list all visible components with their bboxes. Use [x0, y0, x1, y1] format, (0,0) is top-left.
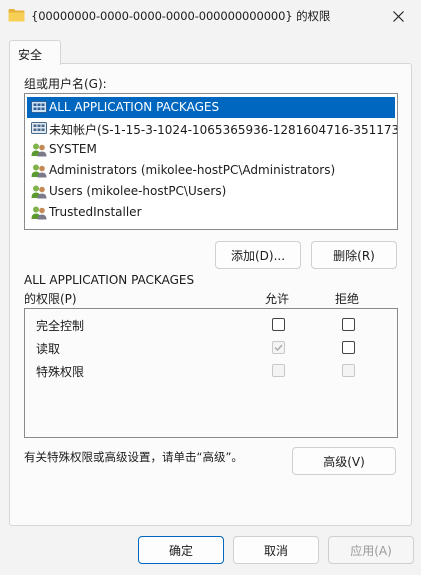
list-item-label: TrustedInstaller	[49, 205, 142, 219]
tab-security-label: 安全	[18, 48, 43, 62]
list-item-administrators[interactable]: Administrators (mikolee-hostPC\Administr…	[27, 160, 395, 181]
list-item-label: ALL APPLICATION PACKAGES	[49, 100, 220, 114]
unknown-account-icon	[31, 122, 47, 134]
users-icon	[31, 143, 47, 157]
list-item-label: Users (mikolee-hostPC\Users)	[49, 184, 227, 198]
permission-row-read: 读取	[25, 337, 397, 359]
add-button[interactable]: 添加(D)...	[215, 241, 301, 269]
list-item-system[interactable]: SYSTEM	[27, 139, 395, 160]
folder-icon	[8, 9, 25, 22]
apply-button[interactable]: 应用(A)	[328, 536, 414, 564]
full-control-allow-checkbox[interactable]	[272, 318, 285, 331]
list-item-label: 未知帐户(S-1-15-3-1024-1065365936-1281604716…	[49, 123, 398, 137]
title-bar: {00000000-0000-0000-0000-000000000000} 的…	[0, 0, 421, 32]
window-title: {00000000-0000-0000-0000-000000000000} 的…	[31, 9, 331, 23]
permission-name: 读取	[36, 342, 61, 356]
list-item-users[interactable]: Users (mikolee-hostPC\Users)	[27, 181, 395, 202]
full-control-deny-checkbox[interactable]	[342, 318, 355, 331]
checkmark-icon	[274, 344, 283, 352]
tab-security[interactable]: 安全	[9, 40, 61, 65]
users-icon	[31, 185, 47, 199]
ok-button[interactable]: 确定	[138, 536, 224, 564]
permission-name: 特殊权限	[36, 365, 85, 379]
permissions-heading-subject: ALL APPLICATION PACKAGES	[24, 273, 195, 287]
list-item-all-application-packages[interactable]: ALL APPLICATION PACKAGES	[27, 97, 395, 118]
special-allow-checkbox[interactable]	[272, 364, 285, 377]
permissions-heading: 的权限(P)	[24, 292, 77, 306]
special-deny-checkbox[interactable]	[342, 364, 355, 377]
allow-column-header: 允许	[265, 292, 290, 306]
close-icon	[392, 10, 404, 22]
read-deny-checkbox[interactable]	[342, 341, 355, 354]
advanced-hint: 有关特殊权限或高级设置，请单击“高级”。	[24, 450, 243, 464]
list-item-trustedinstaller[interactable]: TrustedInstaller	[27, 202, 395, 223]
deny-column-header: 拒绝	[335, 292, 360, 306]
list-item-label: SYSTEM	[49, 142, 97, 156]
permission-row-special: 特殊权限	[25, 360, 397, 382]
list-item-label: Administrators (mikolee-hostPC\Administr…	[49, 163, 336, 177]
groups-label: 组或用户名(G):	[24, 77, 107, 91]
remove-button[interactable]: 删除(R)	[311, 241, 397, 269]
app-packages-icon	[31, 101, 47, 113]
users-icon	[31, 206, 47, 220]
permission-name: 完全控制	[36, 319, 85, 333]
cancel-button[interactable]: 取消	[233, 536, 319, 564]
permission-row-full-control: 完全控制	[25, 314, 397, 336]
close-button[interactable]	[375, 0, 421, 32]
list-item-unknown-account[interactable]: 未知帐户(S-1-15-3-1024-1065365936-1281604716…	[27, 118, 398, 139]
read-allow-checkbox[interactable]	[272, 341, 285, 354]
groups-listbox[interactable]: ALL APPLICATION PACKAGES 未知帐户(S-1-15-3-1…	[24, 93, 398, 230]
advanced-button[interactable]: 高级(V)	[292, 447, 396, 475]
permissions-list: 完全控制 读取 特殊权限	[24, 308, 398, 438]
users-icon	[31, 164, 47, 178]
